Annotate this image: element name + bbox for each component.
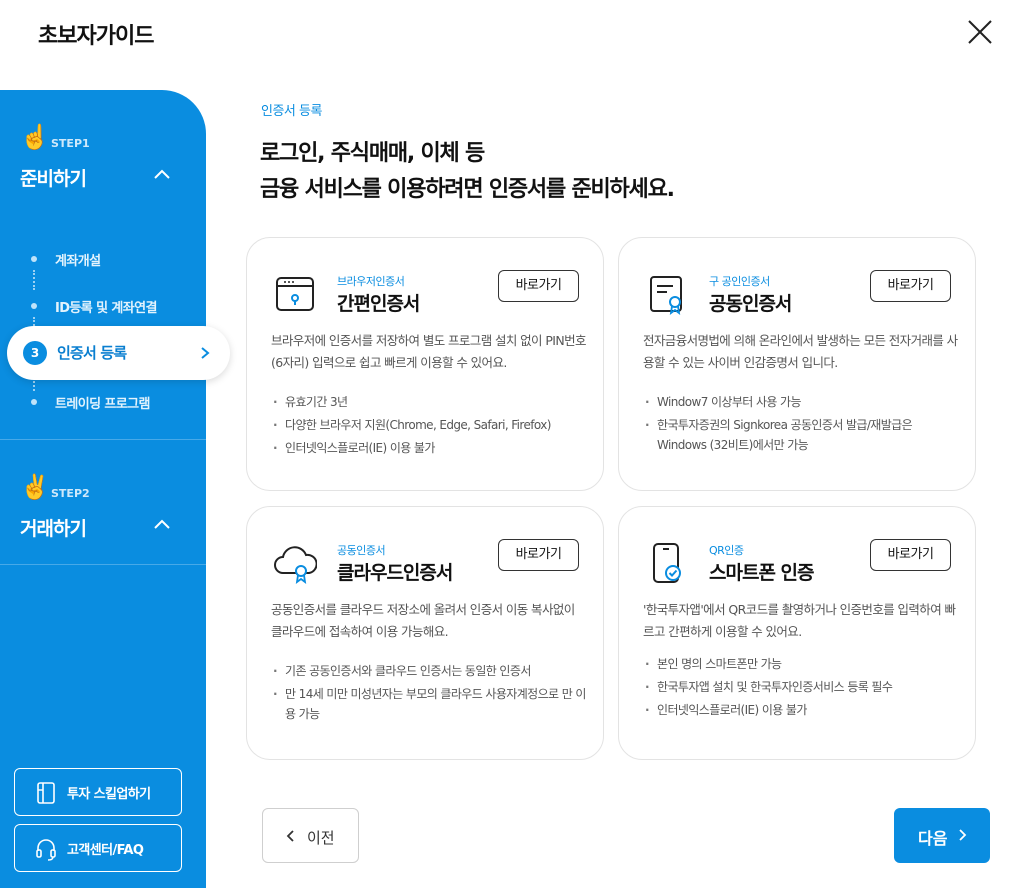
close-icon[interactable] <box>964 16 996 48</box>
card-bullet-list: 본인 명의 스마트폰만 가능 한국투자앱 설치 및 한국투자인증서비스 등록 필… <box>643 654 963 723</box>
chevron-right-icon <box>959 829 967 841</box>
card-smartphone-auth: QR인증 스마트폰 인증 바로가기 '한국투자앱'에서 QR코드를 촬영하거나 … <box>618 506 976 760</box>
card-bullet: 만 14세 미만 미성년자는 부모의 클라우드 사용자계정으로 만 이용 가능 <box>271 684 591 724</box>
next-label: 다음 <box>918 829 948 848</box>
card-subtitle: 공동인증서 <box>337 544 386 557</box>
victory-hand-icon: ✌️ <box>20 473 50 501</box>
go-button[interactable]: 바로가기 <box>498 270 579 302</box>
card-description: 브라우저에 인증서를 저장하여 별도 프로그램 설치 없이 PIN번호(6자리)… <box>271 333 586 370</box>
prev-button[interactable]: 이전 <box>262 808 359 863</box>
chevron-up-icon[interactable] <box>152 164 172 184</box>
book-icon <box>37 782 55 804</box>
card-bullet: 한국투자증권의 Signkorea 공동인증서 발급/재발급은 Windows … <box>643 415 963 455</box>
chevron-left-icon <box>286 830 294 842</box>
card-bullet: 한국투자앱 설치 및 한국투자인증서비스 등록 필수 <box>643 677 963 697</box>
chevron-up-icon[interactable] <box>152 514 172 534</box>
card-joint-certificate: 구 공인인증서 공동인증서 바로가기 전자금융서명법에 의해 온라인에서 발생하… <box>618 237 976 491</box>
substep-trading-program[interactable]: 트레이딩 프로그램 <box>0 383 206 423</box>
go-button[interactable]: 바로가기 <box>870 270 951 302</box>
help-faq-label: 고객센터/FAQ <box>67 843 144 858</box>
bullet-dot <box>31 256 37 262</box>
prev-label: 이전 <box>307 829 335 847</box>
card-bullet-list: Window7 이상부터 사용 가능 한국투자증권의 Signkorea 공동인… <box>643 392 963 458</box>
sidebar-divider <box>0 564 206 565</box>
chevron-right-icon <box>201 347 210 359</box>
substep-label: 계좌개설 <box>55 254 101 269</box>
step-number-badge: 3 <box>23 341 47 365</box>
substep-id-register[interactable]: ID등록 및 계좌연결 <box>0 287 206 327</box>
sidebar: ☝️ STEP1 준비하기 계좌개설 ID등록 및 계좌연결 트레이딩 프로그램… <box>0 90 206 888</box>
go-button[interactable]: 바로가기 <box>498 539 579 571</box>
step1-title: 준비하기 <box>20 168 87 190</box>
substep-label: 트레이딩 프로그램 <box>55 397 150 412</box>
help-faq-button[interactable]: 고객센터/FAQ <box>14 824 182 872</box>
card-bullet: Window7 이상부터 사용 가능 <box>643 392 963 412</box>
card-bullet: 기존 공동인증서와 클라우드 인증서는 동일한 인증서 <box>271 661 591 681</box>
sidebar-item-certificate[interactable]: 3 인증서 등록 <box>7 326 230 380</box>
smartphone-check-icon <box>653 543 681 583</box>
browser-lock-icon <box>276 277 314 311</box>
card-title: 공동인증서 <box>709 293 792 315</box>
active-substep-label: 인증서 등록 <box>57 344 127 362</box>
page-title: 초보자가이드 <box>38 24 154 49</box>
card-cloud-certificate: 공동인증서 클라우드인증서 바로가기 공동인증서를 클라우드 저장소에 올려서 … <box>246 506 604 760</box>
headline: 로그인, 주식매매, 이체 등 금융 서비스를 이용하려면 인증서를 준비하세요… <box>260 136 675 208</box>
cloud-certificate-icon <box>274 546 317 585</box>
card-simple-certificate: 브라우저인증서 간편인증서 바로가기 브라우저에 인증서를 저장하여 별도 프로… <box>246 237 604 491</box>
card-bullet-list: 기존 공동인증서와 클라우드 인증서는 동일한 인증서 만 14세 미만 미성년… <box>271 661 591 727</box>
certificate-icon <box>650 276 682 316</box>
card-title: 클라우드인증서 <box>337 562 453 584</box>
headline-line: 로그인, 주식매매, 이체 등 <box>260 141 485 166</box>
card-bullet: 본인 명의 스마트폰만 가능 <box>643 654 963 674</box>
step2-title: 거래하기 <box>20 518 87 540</box>
skill-up-button[interactable]: 투자 스킬업하기 <box>14 768 182 816</box>
card-bullet: 인터넷익스플로러(IE) 이용 불가 <box>643 700 963 720</box>
card-description: 공동인증서를 클라우드 저장소에 올려서 인증서 이동 복사없이 클라우드에 접… <box>271 602 575 639</box>
go-button[interactable]: 바로가기 <box>870 539 951 571</box>
next-button[interactable]: 다음 <box>894 808 990 863</box>
pointing-hand-icon: ☝️ <box>20 123 50 151</box>
sidebar-divider <box>0 439 206 440</box>
section-label: 인증서 등록 <box>261 104 322 119</box>
card-subtitle: QR인증 <box>709 544 744 557</box>
step1-label: STEP1 <box>51 137 90 150</box>
bullet-dot <box>31 399 37 405</box>
card-bullet: 다양한 브라우저 지원(Chrome, Edge, Safari, Firefo… <box>271 415 591 435</box>
card-subtitle: 구 공인인증서 <box>709 275 770 288</box>
card-title: 스마트폰 인증 <box>709 562 814 584</box>
card-description: '한국투자앱'에서 QR코드를 촬영하거나 인증번호를 입력하여 빠르고 간편하… <box>643 602 956 639</box>
substep-label: ID등록 및 계좌연결 <box>55 301 157 316</box>
card-title: 간편인증서 <box>337 293 420 315</box>
headset-icon <box>36 839 56 861</box>
skill-up-label: 투자 스킬업하기 <box>67 787 151 802</box>
step2-label: STEP2 <box>51 487 90 500</box>
card-subtitle: 브라우저인증서 <box>337 275 405 288</box>
substep-account-open[interactable]: 계좌개설 <box>0 240 206 280</box>
card-bullet: 인터넷익스플로러(IE) 이용 불가 <box>271 438 591 458</box>
bullet-dot <box>31 303 37 309</box>
card-bullet: 유효기간 3년 <box>271 392 591 412</box>
card-bullet-list: 유효기간 3년 다양한 브라우저 지원(Chrome, Edge, Safari… <box>271 392 591 461</box>
headline-line: 금융 서비스를 이용하려면 인증서를 준비하세요. <box>260 177 675 202</box>
card-description: 전자금융서명법에 의해 온라인에서 발생하는 모든 전자거래를 사용할 수 있는… <box>643 333 958 370</box>
